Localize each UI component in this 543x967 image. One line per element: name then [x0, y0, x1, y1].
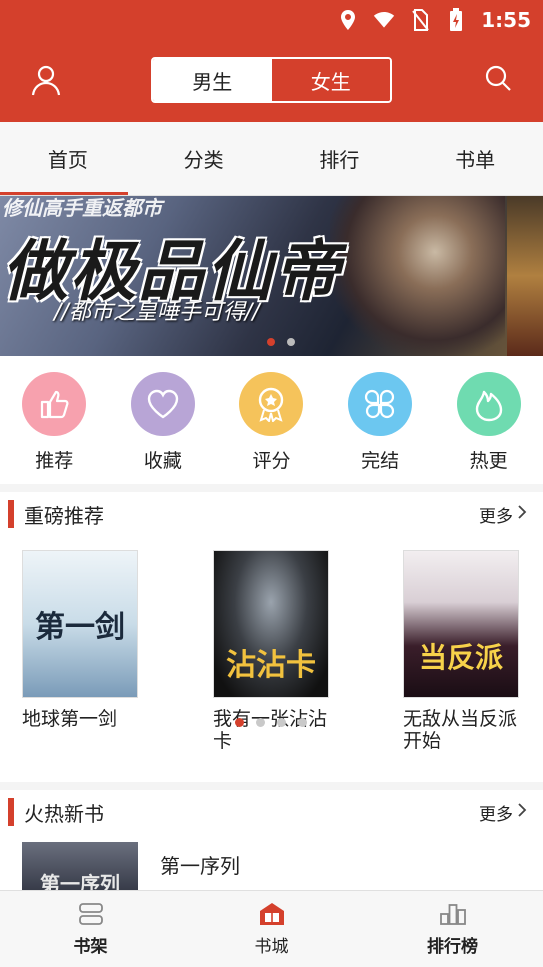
more-label: 更多 [479, 506, 513, 527]
tab-category[interactable]: 分类 [136, 122, 272, 195]
book-title: 地球第一剑 [22, 708, 118, 730]
book-cover[interactable]: 第一序列 [22, 842, 138, 890]
book-title: 无敌从当反派开始 [403, 708, 518, 752]
pager-dot [277, 718, 286, 727]
section-title: 重磅推荐 [24, 503, 104, 528]
more-link[interactable]: 更多 [479, 502, 527, 527]
banner-hero-figure [330, 196, 505, 356]
cover-title: 第一剑 [35, 610, 125, 645]
featured-section: 重磅推荐 更多 第一剑 地球第一剑 沾沾卡 我有一张沾沾卡 当反派 无敌从当反派… [0, 492, 543, 782]
section-accent-bar [8, 500, 14, 528]
category-recommend[interactable]: 推荐 [0, 356, 109, 484]
cover-title: 第一序列 [40, 872, 120, 890]
category-label: 收藏 [143, 450, 182, 472]
banner-dot [287, 338, 295, 346]
status-time: 1:55 [481, 8, 531, 32]
status-bar: 1:55 [337, 6, 531, 34]
gender-tab-female[interactable]: 女生 [271, 59, 390, 101]
book-card[interactable]: 当反派 无敌从当反派开始 [403, 550, 523, 752]
featured-pager [235, 718, 307, 727]
banner-subtitle: //都市之皇唾手可得// [54, 300, 260, 325]
user-icon[interactable] [30, 64, 62, 96]
location-icon [337, 9, 359, 31]
nav-bookstore[interactable]: 书城 [181, 891, 362, 967]
nav-label: 书架 [73, 936, 108, 957]
category-rating[interactable]: 评分 [217, 356, 326, 484]
battery-charging-icon [445, 8, 467, 31]
book-cover: 第一剑 [22, 550, 138, 698]
badge-icon [239, 372, 304, 436]
book-card[interactable]: 第一剑 地球第一剑 [22, 550, 142, 730]
more-label: 更多 [479, 804, 513, 825]
category-completed[interactable]: 完结 [326, 356, 435, 484]
category-label: 热更 [469, 450, 508, 472]
nav-bookshelf[interactable]: 书架 [0, 891, 181, 967]
clover-icon [348, 372, 413, 436]
thumbs-up-icon [22, 372, 87, 436]
book-cover: 沾沾卡 [213, 550, 329, 698]
section-header: 重磅推荐 更多 [0, 492, 543, 536]
category-favorites[interactable]: 收藏 [109, 356, 218, 484]
heart-icon [130, 372, 195, 436]
search-icon[interactable] [484, 64, 514, 94]
category-hot-updates[interactable]: 热更 [434, 356, 543, 484]
pager-dot [298, 718, 307, 727]
chevron-right-icon [517, 802, 527, 823]
cover-title: 当反派 [418, 641, 503, 675]
book-title[interactable]: 第一序列 [160, 850, 240, 879]
book-title: 我有一张沾沾卡 [213, 708, 328, 752]
bookstore-icon [258, 902, 286, 926]
nav-label: 书城 [254, 936, 289, 957]
tab-ranking[interactable]: 排行 [272, 122, 408, 195]
section-header: 火热新书 更多 [0, 790, 543, 834]
category-label: 完结 [361, 450, 400, 472]
gender-toggle: 男生 女生 [151, 57, 392, 103]
section-title: 火热新书 [24, 801, 104, 826]
new-books-section: 火热新书 更多 第一序列 第一序列 [0, 790, 543, 890]
nav-label: 排行榜 [427, 936, 478, 957]
category-label: 推荐 [35, 450, 74, 472]
banner-dot-active [267, 338, 275, 346]
category-label: 评分 [252, 450, 291, 472]
nav-ranking[interactable]: 排行榜 [362, 891, 543, 967]
tab-booklist[interactable]: 书单 [407, 122, 543, 195]
banner-next-slide-peek [507, 196, 543, 356]
book-cover: 当反派 [403, 550, 519, 698]
bottom-nav: 书架 书城 排行榜 [0, 890, 543, 967]
more-link[interactable]: 更多 [479, 800, 527, 825]
promo-banner[interactable]: 修仙高手重返都市 做极品仙帝 //都市之皇唾手可得// [0, 196, 543, 356]
category-shortcuts: 推荐 收藏 评分 完结 热更 [0, 356, 543, 484]
chevron-right-icon [517, 504, 527, 525]
flame-icon [456, 372, 521, 436]
app-header: 1:55 男生 女生 [0, 0, 543, 122]
pager-dot [256, 718, 265, 727]
section-accent-bar [8, 798, 14, 826]
tab-home[interactable]: 首页 [0, 122, 136, 195]
cover-title: 沾沾卡 [226, 647, 316, 683]
top-tabs: 首页 分类 排行 书单 [0, 122, 543, 196]
bookshelf-icon [77, 902, 105, 926]
wifi-icon [373, 9, 395, 31]
no-sim-icon [409, 9, 431, 31]
pager-dot-active [235, 718, 244, 727]
gender-tab-male[interactable]: 男生 [153, 59, 272, 101]
ranking-icon [439, 902, 467, 926]
